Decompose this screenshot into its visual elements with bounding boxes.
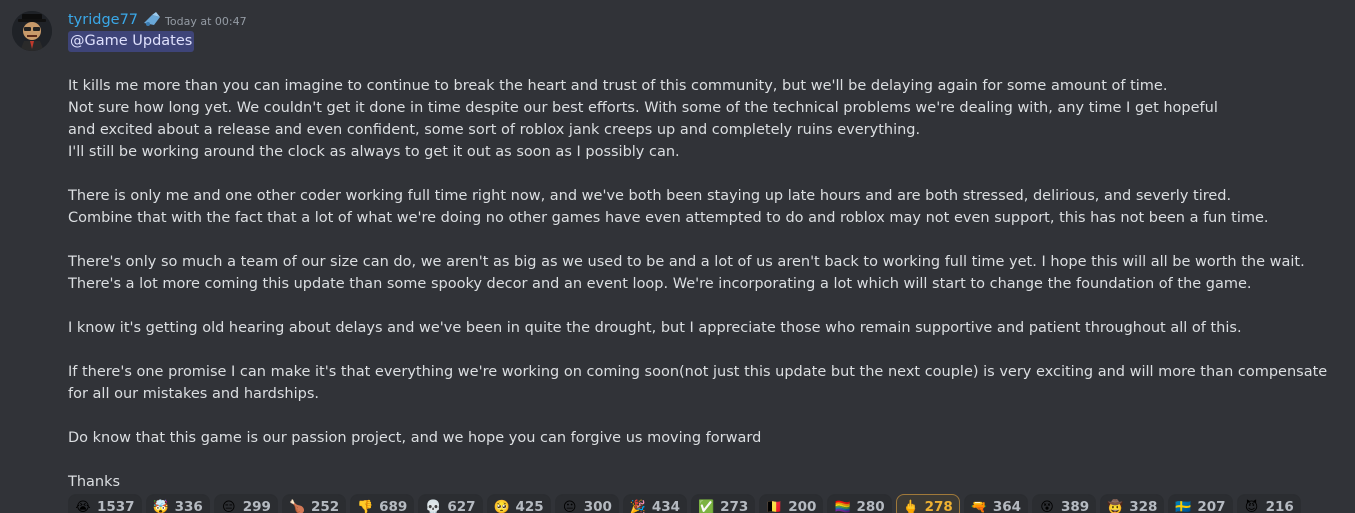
reaction-button[interactable]: 🥺 425 (486, 494, 551, 513)
reaction-button[interactable]: 💀 627 (418, 494, 483, 513)
reaction-button[interactable]: 😈 216 (1236, 494, 1301, 513)
reaction-button[interactable]: 😵 389 (1032, 494, 1097, 513)
reaction-button[interactable]: 🤯 336 (145, 494, 210, 513)
reaction-count: 252 (310, 499, 340, 513)
username[interactable]: tyridge77 (68, 12, 138, 28)
drumstick-icon: 🍗 (288, 499, 306, 513)
reaction-count: 389 (1061, 499, 1090, 513)
hand-gesture-icon: 🖕 (902, 499, 919, 513)
gun-icon: 🔫 (970, 499, 988, 513)
message-timestamp[interactable]: Today at 00:47 (165, 15, 247, 28)
reaction-count: 434 (651, 499, 681, 513)
reaction-count: 328 (1129, 499, 1158, 513)
message-line: There's only so much a team of our size … (68, 254, 1305, 270)
pleading-face-icon: 🥺 (493, 499, 510, 513)
message-line: Not sure how long yet. We couldn't get i… (68, 100, 1218, 116)
reaction-button[interactable]: 🔫 364 (963, 494, 1029, 513)
chat-message: tyridge77 Today at 00:47 @Game Updates I… (0, 0, 1355, 513)
dizzy-face-icon: 😵 (1040, 499, 1054, 513)
message-line: There is only me and one other coder wor… (68, 188, 1232, 204)
reaction-button[interactable]: 🏳️‍🌈 280 (827, 494, 892, 513)
reaction-button[interactable]: ✅ 273 (691, 494, 756, 513)
message-line: There's a lot more coming this update th… (68, 276, 1252, 292)
reaction-count: 200 (788, 499, 817, 513)
message-line: I know it's getting old hearing about de… (68, 320, 1242, 336)
reaction-button[interactable]: 🇧🇪 200 (759, 494, 824, 513)
message-line: Do know that this game is our passion pr… (68, 430, 762, 446)
reaction-button[interactable]: 🤠 328 (1100, 494, 1165, 513)
reaction-button[interactable]: 🎉 434 (622, 494, 688, 513)
message-line: I'll still be working around the clock a… (68, 144, 680, 160)
flag-icon: 🇧🇪 (766, 499, 783, 513)
user-avatar[interactable] (12, 11, 52, 51)
reaction-count: 336 (174, 499, 203, 513)
meme-face-2-icon: 😐 (562, 499, 577, 513)
meme-face-icon: 😑 (221, 499, 236, 513)
reaction-count: 627 (447, 499, 476, 513)
reaction-count: 425 (515, 499, 544, 513)
reaction-button[interactable]: 😐 300 (554, 494, 619, 513)
exploding-head-icon: 🤯 (152, 499, 169, 513)
message-line: It kills me more than you can imagine to… (68, 78, 1168, 94)
message-line: Combine that with the fact that a lot of… (68, 210, 1269, 226)
reaction-button[interactable]: 🖕 278 (895, 494, 960, 513)
reaction-bar: 😭 1537 🤯 336 😑 299 🍗 252 👎 689 💀 627 🥺 425 😐 300 🎉 434 ✅ 27… (68, 494, 1301, 513)
reaction-count: 299 (242, 499, 271, 513)
reaction-count: 280 (856, 499, 885, 513)
role-badge-icon[interactable] (142, 11, 162, 29)
reaction-button[interactable]: 😭 1537 (68, 494, 142, 513)
party-icon: 🎉 (629, 499, 647, 513)
reaction-count: 689 (379, 499, 408, 513)
avatar-image (12, 11, 52, 51)
reaction-button[interactable]: 🍗 252 (281, 494, 347, 513)
cowboy-face-icon: 🤠 (1107, 499, 1124, 513)
reaction-count: 300 (583, 499, 612, 513)
crying-face-icon: 😭 (75, 499, 91, 513)
reaction-button[interactable]: 🇸🇪 207 (1168, 494, 1233, 513)
reaction-count: 278 (924, 499, 953, 513)
reaction-button[interactable]: 😑 299 (213, 494, 278, 513)
skull-icon: 💀 (425, 499, 442, 513)
message-header: tyridge77 Today at 00:47 (68, 10, 247, 30)
message-line: If there's one promise I can make it's t… (68, 364, 1328, 402)
role-mention[interactable]: @Game Updates (68, 31, 195, 52)
check-mark-icon: ✅ (698, 499, 715, 513)
thumbs-down-icon: 👎 (357, 499, 374, 513)
reaction-button[interactable]: 👎 689 (350, 494, 415, 513)
message-line: Thanks (68, 474, 121, 490)
rainbow-flag-icon: 🏳️‍🌈 (834, 499, 851, 513)
reaction-count: 273 (720, 499, 749, 513)
reaction-count: 216 (1265, 499, 1294, 513)
reaction-count: 1537 (97, 499, 135, 513)
devil-face-icon: 😈 (1244, 499, 1259, 513)
sweden-flag-icon: 🇸🇪 (1175, 499, 1192, 513)
reaction-count: 364 (992, 499, 1022, 513)
message-line: and excited about a release and even con… (68, 122, 921, 138)
reaction-count: 207 (1197, 499, 1226, 513)
message-body: It kills me more than you can imagine to… (68, 75, 1338, 493)
